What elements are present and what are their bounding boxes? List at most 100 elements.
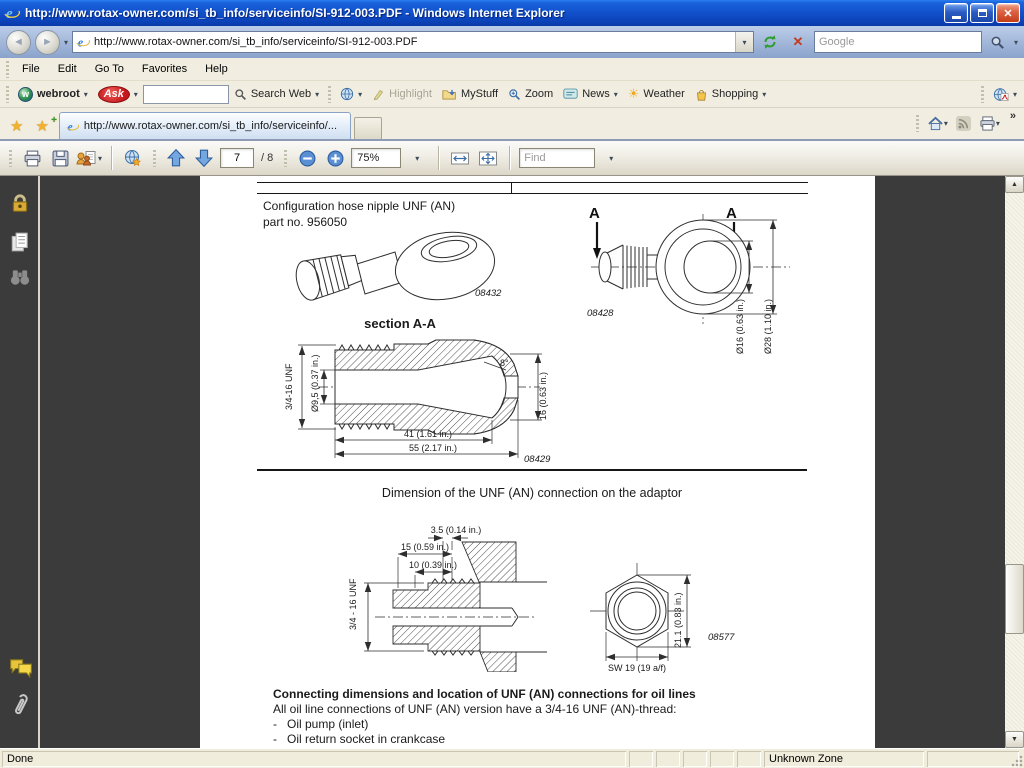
menu-edit[interactable]: Edit xyxy=(49,60,86,78)
shopping-button[interactable]: Shopping ▾ xyxy=(690,88,772,101)
scroll-down-button[interactable]: ▼ xyxy=(1005,731,1024,748)
zoom-level-box[interactable]: 75% xyxy=(351,148,401,168)
printer-icon xyxy=(23,150,42,167)
menu-help[interactable]: Help xyxy=(196,60,237,78)
stop-button[interactable]: ✕ xyxy=(786,30,810,54)
forward-button[interactable]: ► xyxy=(35,30,60,55)
highlight-button[interactable]: Highlight xyxy=(367,88,437,101)
mystuff-label: MyStuff xyxy=(461,88,498,100)
pdf-print-button[interactable] xyxy=(20,145,44,171)
header-table-line xyxy=(257,193,808,194)
status-message-panel: Done xyxy=(2,751,626,767)
status-panel-empty xyxy=(737,751,761,767)
menu-favorites[interactable]: Favorites xyxy=(133,60,196,78)
pdf-save-button[interactable] xyxy=(48,145,72,171)
toolbar-separator xyxy=(438,146,439,170)
webroot-button[interactable]: w webroot ▾ xyxy=(13,87,93,102)
refresh-button[interactable] xyxy=(758,30,782,54)
chevron-down-icon: ▾ xyxy=(1013,90,1017,99)
tab-title: http://www.rotax-owner.com/si_tb_info/se… xyxy=(84,120,337,132)
status-text: Done xyxy=(7,753,33,765)
attachments-paperclip-icon[interactable] xyxy=(6,690,34,721)
scroll-up-button[interactable]: ▲ xyxy=(1005,176,1024,193)
pdf-vertical-scrollbar[interactable]: ▲ ▼ xyxy=(1005,176,1024,748)
figure-08577-hex-end-view: 21.1 (0.83 in.) SW 19 (19 a/f) 08577 xyxy=(588,558,753,676)
status-bar: Done Unknown Zone xyxy=(0,748,1024,768)
feeds-button[interactable] xyxy=(952,112,975,136)
toolbar-grip[interactable] xyxy=(6,86,9,103)
oil-lines-bullet-1: - Oil pump (inlet) xyxy=(273,717,833,732)
toolbar-grip[interactable] xyxy=(153,150,156,167)
minimize-button[interactable] xyxy=(944,3,968,23)
config-line-1: Configuration hose nipple UNF (AN) xyxy=(263,198,455,214)
chevron-down-icon: ▾ xyxy=(84,90,88,99)
toolbar-grip[interactable] xyxy=(284,150,287,167)
toolbar-grip[interactable] xyxy=(9,150,12,167)
close-button[interactable]: ✕ xyxy=(996,3,1020,23)
dim-label-41: 41 (1.61 in.) xyxy=(404,429,452,439)
scrollbar-thumb[interactable] xyxy=(1005,564,1024,634)
print-button[interactable]: ▾ xyxy=(975,112,1004,136)
page-number-input[interactable] xyxy=(221,149,253,167)
fit-page-button[interactable] xyxy=(476,145,500,171)
toolbar-overflow-chevron[interactable]: » xyxy=(1004,108,1020,122)
zoom-in-button[interactable] xyxy=(323,145,347,171)
find-input[interactable] xyxy=(521,152,593,164)
binoculars-search-icon[interactable] xyxy=(9,266,31,288)
globe-star-icon xyxy=(123,149,143,167)
favorites-center-button[interactable]: ★ xyxy=(4,117,29,139)
page-favicon: e xyxy=(76,35,90,49)
zoom-out-button[interactable] xyxy=(295,145,319,171)
zoom-level-dropdown[interactable]: ▾ xyxy=(405,145,429,171)
ask-search-input[interactable] xyxy=(143,85,229,104)
back-button[interactable]: ◄ xyxy=(6,30,31,55)
search-provider-dropdown[interactable]: ▾ xyxy=(1014,38,1018,47)
bullet-dash: - xyxy=(273,732,277,747)
zoom-button[interactable]: Zoom xyxy=(503,88,558,101)
toolbar-separator xyxy=(981,86,984,103)
toolbar-grip[interactable] xyxy=(6,61,9,78)
globe-icon xyxy=(340,87,354,101)
pdf-web-capture-button[interactable] xyxy=(121,145,145,171)
history-dropdown[interactable]: ▾ xyxy=(64,38,68,47)
search-web-button[interactable]: Search Web ▾ xyxy=(229,88,324,101)
webroot-icon: w xyxy=(18,87,33,102)
scroll-up-icon: ▲ xyxy=(1011,181,1018,188)
resize-grip[interactable] xyxy=(1010,754,1023,767)
adaptor-heading: Dimension of the UNF (AN) connection on … xyxy=(257,486,807,500)
security-lock-icon[interactable] xyxy=(9,192,31,214)
home-button[interactable]: ▾ xyxy=(923,112,952,136)
mystuff-button[interactable]: MyStuff xyxy=(437,88,503,101)
find-dropdown[interactable]: ▾ xyxy=(599,145,623,171)
dim-label-d16: Ø16 (0.63 in.) xyxy=(735,299,745,354)
convert-to-pdf-button[interactable]: ▾ xyxy=(988,87,1022,102)
figure-08432-hose-nipple-3d: 08432 xyxy=(285,222,515,302)
figure-number-08428: 08428 xyxy=(587,308,614,319)
url-dropdown-button[interactable]: ▾ xyxy=(735,32,753,52)
ask-button[interactable]: Ask ▾ xyxy=(93,86,143,103)
search-input[interactable] xyxy=(819,36,977,48)
add-favorite-button[interactable]: ★ + xyxy=(29,117,54,139)
restore-button[interactable] xyxy=(970,3,994,23)
search-go-button[interactable] xyxy=(986,30,1010,54)
tab-active[interactable]: e http://www.rotax-owner.com/si_tb_info/… xyxy=(59,112,351,139)
figure-number-08577: 08577 xyxy=(708,632,735,643)
next-page-button[interactable] xyxy=(192,145,216,171)
fit-width-button[interactable] xyxy=(448,145,472,171)
globe-button[interactable]: ▾ xyxy=(335,87,367,101)
fit-page-icon xyxy=(478,150,498,167)
pages-panel-icon[interactable] xyxy=(9,231,31,253)
new-tab-stub[interactable] xyxy=(354,117,382,139)
comments-panel-icon[interactable] xyxy=(9,658,33,678)
url-input[interactable] xyxy=(94,36,731,48)
weather-button[interactable]: ☀ Weather xyxy=(623,86,690,102)
pdf-email-button[interactable]: ▾ xyxy=(76,145,102,171)
menu-file[interactable]: File xyxy=(13,60,49,78)
previous-page-button[interactable] xyxy=(164,145,188,171)
news-icon xyxy=(563,88,578,100)
menu-goto[interactable]: Go To xyxy=(86,60,133,78)
chevron-down-icon: ▾ xyxy=(996,119,1000,128)
news-button[interactable]: News ▾ xyxy=(558,88,623,100)
command-bar: ▾ ▾ » xyxy=(912,108,1020,139)
arrow-up-icon xyxy=(166,148,186,168)
